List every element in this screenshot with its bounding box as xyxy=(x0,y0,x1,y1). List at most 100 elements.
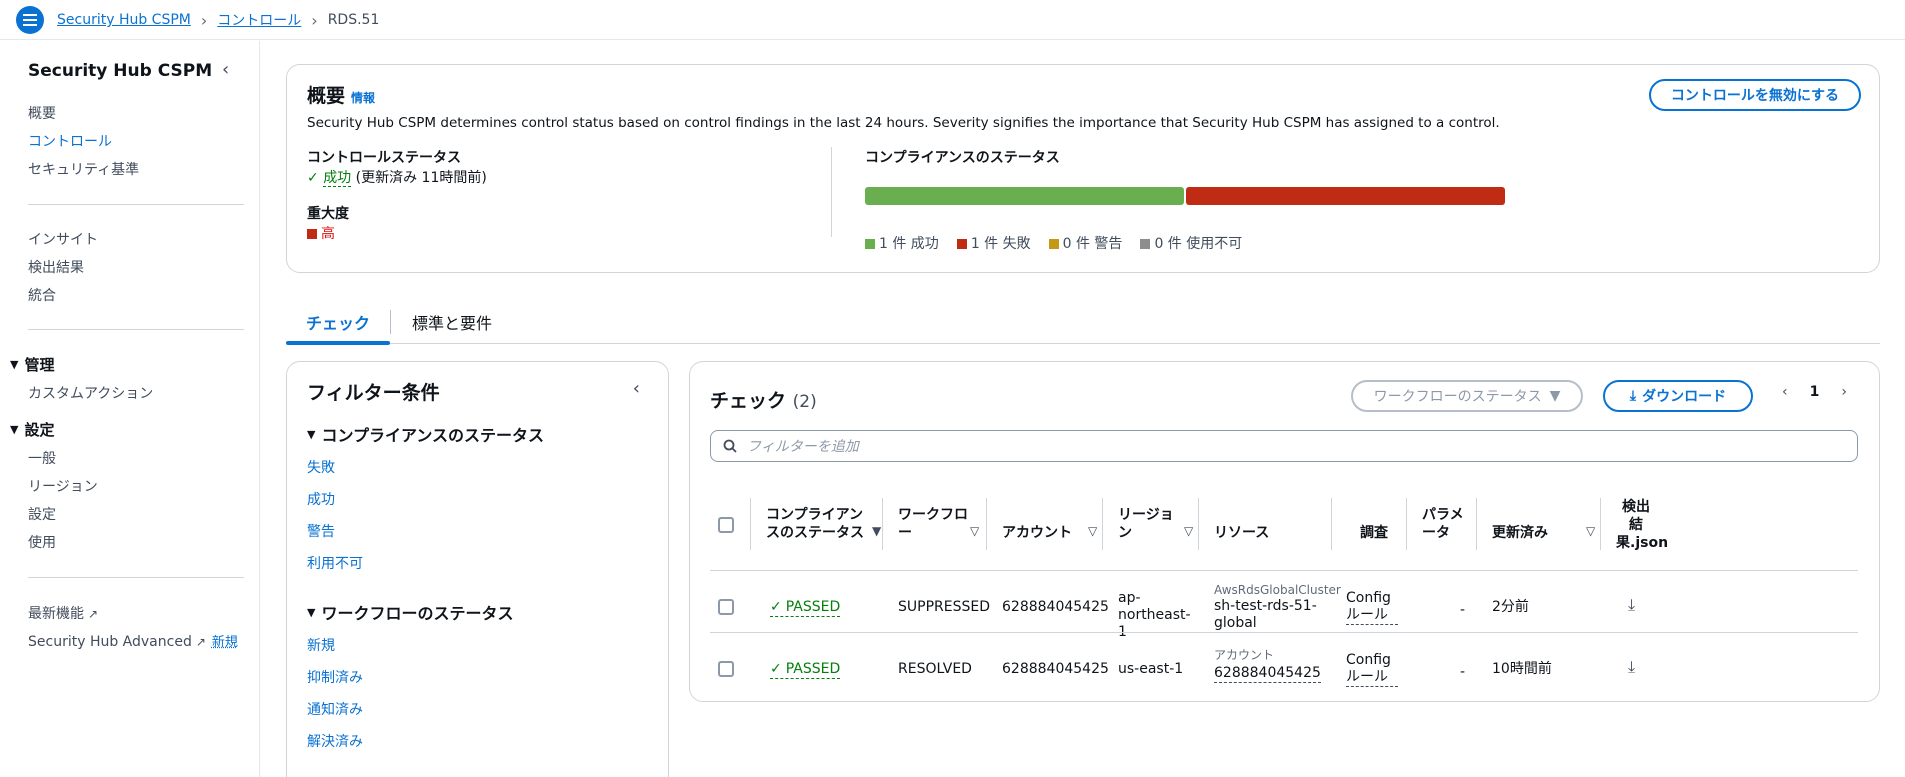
legend-square-icon xyxy=(956,239,967,249)
check-circle-icon: ✓ xyxy=(770,599,782,615)
filter-section-compliance-label: コンプライアンスのステータス xyxy=(321,426,545,445)
breadcrumb-current: RDS.51 xyxy=(327,12,380,28)
sidebar-divider xyxy=(28,329,244,330)
filter-link-not-available[interactable]: 利用不可 xyxy=(307,553,363,573)
external-link-icon: ↗ xyxy=(88,607,99,621)
severity-label: 重大度 xyxy=(307,206,349,222)
current-page[interactable]: 1 xyxy=(1810,384,1820,400)
legend-failed: 1 件 失敗 xyxy=(956,233,1031,253)
collapse-filter-icon[interactable]: ‹ xyxy=(633,378,640,399)
info-link[interactable]: 情報 xyxy=(351,91,375,105)
breadcrumb-security-hub[interactable]: Security Hub CSPM xyxy=(57,12,191,28)
investigate-config-rule[interactable]: Config ルール xyxy=(1346,652,1398,687)
column-json: 検出結果.json xyxy=(1616,499,1669,551)
severity-value: 高 xyxy=(307,223,335,243)
select-all-checkbox[interactable] xyxy=(718,517,734,533)
filter-search-input[interactable]: フィルターを追加 xyxy=(710,430,1858,462)
resource-type: AwsRdsGlobalCluster xyxy=(1214,583,1341,597)
investigate-config-rule[interactable]: Config ルール xyxy=(1346,590,1398,625)
filter-link-resolved[interactable]: 解決済み xyxy=(307,731,363,751)
sort-caret-icon[interactable]: ▽ xyxy=(1586,524,1595,538)
sidebar-item-configuration[interactable]: 設定 xyxy=(28,504,56,524)
caret-down-icon: ▼ xyxy=(307,427,316,441)
column-updated[interactable]: 更新済み xyxy=(1492,524,1548,542)
filter-link-failed[interactable]: 失敗 xyxy=(307,457,335,477)
severity-text: 高 xyxy=(321,226,335,242)
sidebar-heading-settings: 設定 xyxy=(24,421,55,439)
caret-down-icon: ▼ xyxy=(1549,388,1561,404)
sidebar-item-custom-actions[interactable]: カスタムアクション xyxy=(28,383,153,403)
status-passed: ✓ PASSED xyxy=(770,661,841,679)
sidebar: Security Hub CSPM ‹ 概要 コントロール セキュリティ基準 イ… xyxy=(0,41,260,777)
filter-link-passed[interactable]: 成功 xyxy=(307,489,335,509)
download-json-icon[interactable]: ⤓ xyxy=(1628,595,1635,615)
tab-checks[interactable]: チェック xyxy=(306,310,370,334)
sidebar-section-settings[interactable]: ▼ 設定 xyxy=(10,419,54,440)
sidebar-item-findings[interactable]: 検出結果 xyxy=(28,257,84,277)
sidebar-item-insights[interactable]: インサイト xyxy=(28,229,98,249)
filter-link-suppressed[interactable]: 抑制済み xyxy=(307,667,363,687)
workflow-status-dropdown[interactable]: ワークフローのステータス ▼ xyxy=(1351,380,1583,412)
sidebar-item-controls[interactable]: コントロール xyxy=(28,131,112,151)
menu-button[interactable] xyxy=(16,6,44,34)
control-status-value: ✓ 成功 (更新済み 11時間前) xyxy=(307,167,487,187)
download-button[interactable]: ⤓ ダウンロード xyxy=(1603,380,1753,412)
resource-type: アカウント xyxy=(1214,648,1275,662)
sidebar-item-integrations[interactable]: 統合 xyxy=(28,285,56,305)
sidebar-title[interactable]: Security Hub CSPM xyxy=(28,61,212,81)
filter-title: フィルター条件 xyxy=(307,382,440,404)
external-link-icon: ↗ xyxy=(195,635,206,649)
filter-section-compliance[interactable]: ▼ コンプライアンスのステータス xyxy=(307,422,544,446)
legend-square-icon xyxy=(1140,239,1151,249)
row-checkbox[interactable] xyxy=(718,661,734,677)
workflow-value: RESOLVED xyxy=(898,661,972,677)
status-text: PASSED xyxy=(785,661,841,677)
collapse-sidebar-icon[interactable]: ‹ xyxy=(222,59,229,80)
sidebar-item-advanced[interactable]: Security Hub Advanced ↗ 新規 xyxy=(28,631,238,650)
sidebar-item-usage[interactable]: 使用 xyxy=(28,532,56,552)
sort-caret-icon[interactable]: ▼ xyxy=(872,524,881,538)
sort-caret-icon[interactable]: ▽ xyxy=(970,524,979,538)
sidebar-item-standards[interactable]: セキュリティ基準 xyxy=(28,159,139,179)
breadcrumb-controls[interactable]: コントロール xyxy=(217,10,301,30)
updated-value: 2分前 xyxy=(1492,599,1529,615)
legend-square-icon xyxy=(1048,239,1059,249)
compliance-status-label: コンプライアンスのステータス xyxy=(865,150,1060,166)
disable-control-button[interactable]: コントロールを無効にする xyxy=(1649,79,1861,111)
filter-link-notified[interactable]: 通知済み xyxy=(307,699,363,719)
filter-section-workflow[interactable]: ▼ ワークフローのステータス xyxy=(307,600,513,624)
next-page-icon[interactable]: › xyxy=(1841,384,1847,400)
legend-failed-text: 1 件 失敗 xyxy=(970,236,1031,252)
filter-link-warning[interactable]: 警告 xyxy=(307,521,335,541)
sidebar-section-manage[interactable]: ▼ 管理 xyxy=(10,354,54,375)
workflow-value: SUPPRESSED xyxy=(898,599,990,615)
column-workflow[interactable]: ワークフロー xyxy=(898,506,970,542)
sidebar-item-general[interactable]: 一般 xyxy=(28,448,56,468)
download-label: ダウンロード xyxy=(1642,389,1727,405)
tab-active-indicator xyxy=(286,341,390,345)
column-region[interactable]: リージョン xyxy=(1118,506,1182,542)
compliance-bar-passed xyxy=(865,187,1184,205)
sidebar-item-overview[interactable]: 概要 xyxy=(28,103,56,123)
tab-standards-requirements[interactable]: 標準と要件 xyxy=(412,310,492,334)
resource-id[interactable]: 628884045425 xyxy=(1214,665,1321,683)
filter-link-new[interactable]: 新規 xyxy=(307,635,335,655)
sort-caret-icon[interactable]: ▽ xyxy=(1088,524,1097,538)
region-value: ap-northeast-1 xyxy=(1118,590,1191,640)
legend-square-icon xyxy=(865,239,875,249)
tab-bar: チェック 標準と要件 xyxy=(286,300,1880,345)
filter-panel: フィルター条件 ‹ ▼ コンプライアンスのステータス 失敗 成功 警告 利用不可… xyxy=(286,361,669,777)
resource-id[interactable]: sh-test-rds-51-global xyxy=(1214,598,1336,633)
overview-divider xyxy=(831,147,832,237)
column-divider xyxy=(1406,498,1407,550)
row-checkbox[interactable] xyxy=(718,599,734,615)
sidebar-item-whats-new[interactable]: 最新機能 ↗ xyxy=(28,603,98,623)
download-json-icon[interactable]: ⤓ xyxy=(1628,657,1635,677)
prev-page-icon[interactable]: ‹ xyxy=(1782,384,1788,400)
sort-caret-icon[interactable]: ▽ xyxy=(1184,524,1193,538)
column-compliance-status[interactable]: コンプライアンスのステータス xyxy=(766,506,866,542)
overview-card: 概要 情報 Security Hub CSPM determines contro… xyxy=(286,64,1880,273)
legend-warning-text: 0 件 警告 xyxy=(1062,236,1123,252)
sidebar-item-regions[interactable]: リージョン xyxy=(28,476,98,496)
column-account[interactable]: アカウント xyxy=(1002,524,1072,542)
